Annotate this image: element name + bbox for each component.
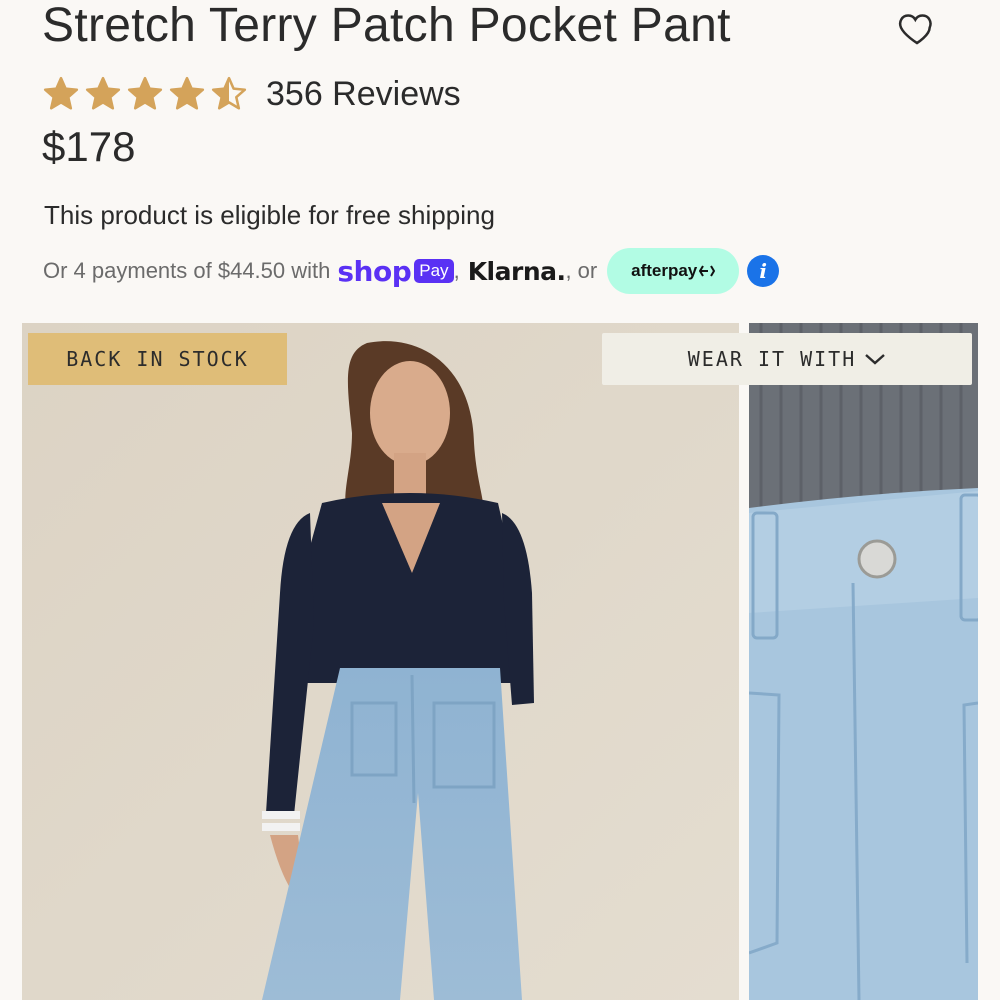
klarna-logo: Klarna. [467,256,566,286]
star-full-icon [85,76,121,110]
denim-closeup-photo [749,323,978,1000]
afterpay-logo: afterpay [607,248,740,294]
product-price: $178 [42,123,136,170]
chevron-down-icon [865,354,886,365]
product-detail-image[interactable] [749,323,978,1000]
shop-pay-pill: Pay [414,259,454,283]
separator-comma: , [453,258,460,283]
info-icon[interactable]: i [747,255,780,287]
afterpay-arrows-icon [699,265,716,277]
star-full-icon [43,76,79,110]
wear-it-with-button[interactable]: WEAR IT WITH [602,333,972,385]
star-full-icon [127,76,163,110]
star-full-icon [169,76,205,110]
separator-comma: , [565,258,572,283]
reviews-link[interactable]: 356 Reviews [266,75,461,114]
rating-row: 356 Reviews [42,72,461,116]
back-in-stock-badge: BACK IN STOCK [28,333,287,385]
shop-pay-wordmark: shop [337,254,412,288]
installment-payments: Or 4 payments of $44.50 with shop Pay , … [43,248,780,294]
free-shipping-note: This product is eligible for free shippi… [44,200,495,230]
separator-or: or [577,258,598,283]
installment-text: Or 4 payments of $44.50 with [43,258,331,283]
wear-it-with-label: WEAR IT WITH [687,347,857,371]
heart-outline-icon[interactable] [896,8,938,48]
product-title: Stretch Terry Patch Pocket Pant [42,0,731,52]
afterpay-wordmark: afterpay [631,261,698,280]
star-half-icon [211,76,247,110]
shop-pay-logo: shop Pay [337,254,454,288]
star-rating [42,75,248,113]
product-main-image[interactable] [22,323,739,1000]
model-photo [22,323,739,1000]
